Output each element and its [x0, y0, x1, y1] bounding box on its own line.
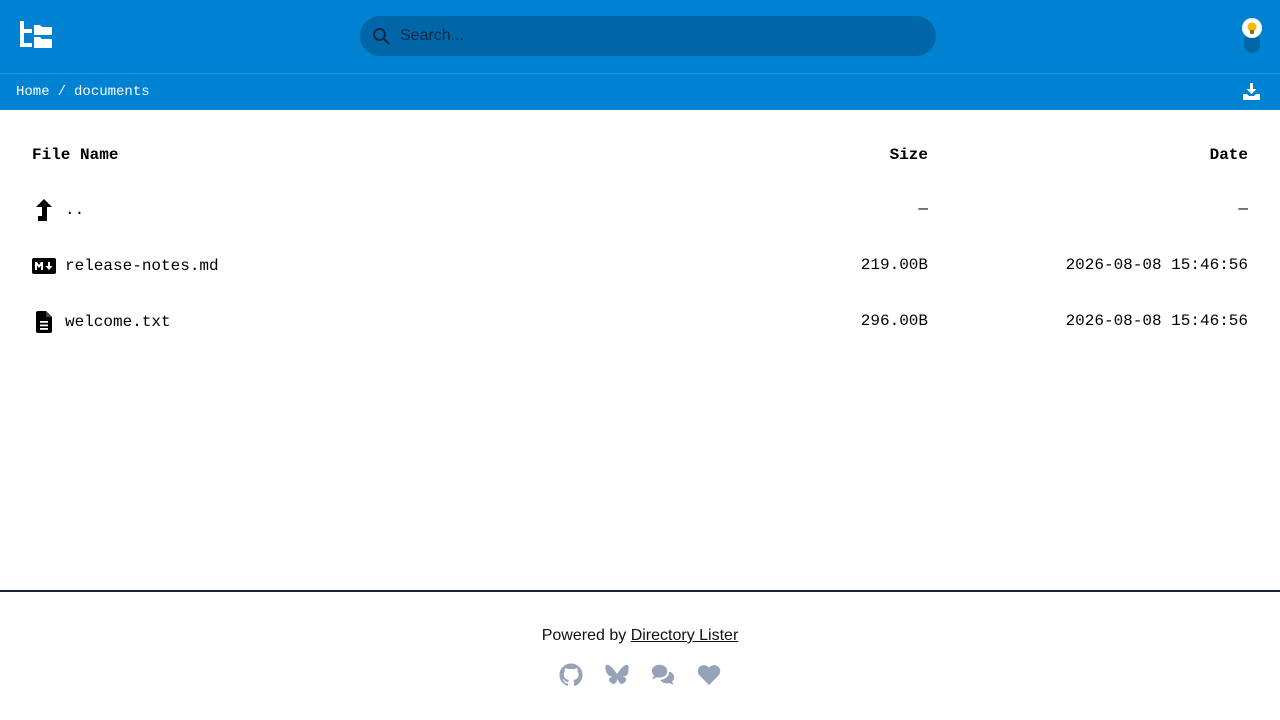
column-header-size[interactable]: Size	[890, 146, 928, 164]
file-text-icon	[32, 311, 56, 333]
breadcrumb-bar: Home / documents	[0, 73, 1280, 110]
breadcrumb: Home / documents	[16, 84, 150, 100]
file-size: 219.00B	[860, 256, 928, 274]
breadcrumb-home-link[interactable]: Home	[16, 84, 50, 100]
file-name-cell: welcome.txt	[32, 311, 171, 333]
level-up-icon	[32, 199, 56, 221]
search-icon	[372, 27, 390, 45]
table-row[interactable]: welcome.txt 296.00B 2026-08-08 15:46:56	[32, 294, 1248, 350]
table-row[interactable]: .. — —	[32, 182, 1248, 238]
social-links	[0, 662, 1280, 688]
file-size: —	[918, 200, 928, 218]
file-date: 2026-08-08 15:46:56	[1065, 256, 1248, 274]
search-input[interactable]	[400, 16, 920, 56]
file-listing: File Name Size Date .. — — release-notes…	[32, 126, 1248, 350]
powered-by-prefix: Powered by	[541, 627, 627, 644]
column-header-name[interactable]: File Name	[32, 146, 118, 164]
theme-toggle-button[interactable]	[1240, 17, 1264, 55]
file-date: —	[1238, 200, 1248, 218]
powered-by-text: Powered by Directory Lister	[0, 627, 1280, 645]
footer-divider	[0, 590, 1280, 592]
search-box[interactable]	[360, 16, 936, 56]
file-name[interactable]: release-notes.md	[65, 257, 219, 275]
column-header-date[interactable]: Date	[1210, 146, 1248, 164]
file-name[interactable]: ..	[65, 201, 84, 219]
directory-tree-icon[interactable]	[20, 21, 52, 51]
markdown-icon	[32, 256, 56, 276]
file-name-cell: release-notes.md	[32, 256, 219, 276]
heart-icon[interactable]	[697, 662, 721, 688]
github-icon[interactable]	[559, 662, 583, 688]
download-icon[interactable]	[1243, 83, 1260, 100]
breadcrumb-current[interactable]: documents	[74, 84, 150, 100]
file-name-cell: ..	[32, 199, 84, 221]
bluesky-icon[interactable]	[605, 662, 629, 688]
directory-lister-link[interactable]: Directory Lister	[631, 627, 739, 644]
file-date: 2026-08-08 15:46:56	[1065, 312, 1248, 330]
listing-header: File Name Size Date	[32, 126, 1248, 182]
file-size: 296.00B	[860, 312, 928, 330]
top-bar	[0, 0, 1280, 73]
file-name[interactable]: welcome.txt	[65, 313, 171, 331]
table-row[interactable]: release-notes.md 219.00B 2026-08-08 15:4…	[32, 238, 1248, 294]
breadcrumb-separator: /	[57, 84, 67, 100]
chat-icon[interactable]	[651, 662, 675, 688]
